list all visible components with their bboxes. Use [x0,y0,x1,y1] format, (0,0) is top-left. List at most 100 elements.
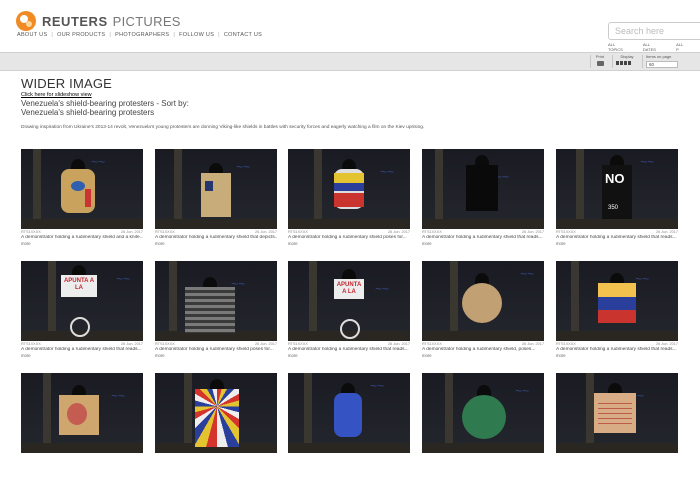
site-header: REUTERS PICTURES ABOUT US | OUR PRODUCTS… [0,0,700,52]
nav-photographers[interactable]: PHOTOGRAPHERS [115,32,169,38]
toolbar-divider [642,55,643,68]
photo-card[interactable]: ~~ [288,373,410,453]
photo-thumbnail[interactable]: ~~ [422,261,544,341]
top-nav: ABOUT US | OUR PRODUCTS | PHOTOGRAPHERS … [17,32,262,38]
page-title: WIDER IMAGE [21,76,113,91]
protest-shield [185,287,235,333]
photo-card[interactable]: ~~ RTS1XXXX 26 Jun. 2017 A demonstrator hol… [288,149,410,246]
photo-date: 26 Jun. 2017 [656,230,678,234]
photo-thumbnail[interactable]: ~~ [21,149,143,229]
protest-shield [598,283,636,323]
photo-date: 26 Jun. 2017 [388,230,410,234]
photo-id: RTS1XXXX [21,342,41,346]
photo-thumbnail[interactable]: ~~ [288,149,410,229]
shield-text-no: NO [605,171,625,186]
photo-caption: A demonstrator holding a rudimentary shi… [155,235,277,240]
peace-symbol-icon [340,319,360,339]
photo-card[interactable]: ~~ RTS1XXXX 26 Jun. 2017 A demonstrator hol… [422,149,544,246]
more-link[interactable]: more [556,353,678,358]
photo-card[interactable]: ~~ RTS1XXXX 26 Jun. 2017 A demonstrator hol… [556,261,678,358]
gallery-subtitle: Venezuela's shield-bearing protesters [21,108,155,117]
reuters-logo[interactable]: REUTERS PICTURES [16,11,181,31]
photo-caption: A demonstrator holding a rudimentary shi… [422,235,543,240]
print-control[interactable]: Print [594,54,606,66]
photo-thumbnail[interactable]: ~~ APUNTA A LA [288,261,410,341]
photo-thumbnail[interactable]: ~~ [155,373,277,453]
nav-about-us[interactable]: ABOUT US [17,32,47,38]
photo-id: RTS1XXXX [422,230,442,234]
photo-meta: RTS1XXXX 26 Jun. 2017 [422,342,544,346]
photo-card[interactable]: ~~ RTS1XXXX 26 Jun. 2017 A demonstrator hol… [422,261,544,358]
more-link[interactable]: more [155,353,277,358]
photo-date: 26 Jun. 2017 [255,342,277,346]
more-link[interactable]: more [21,241,143,246]
display-control[interactable]: Display [616,54,638,65]
more-link[interactable]: more [422,241,544,246]
photo-thumbnail[interactable]: ~~ [556,261,678,341]
photo-date: 26 Jun. 2017 [656,342,678,346]
photo-thumbnail[interactable]: ~~ NO 350 [556,149,678,229]
photo-thumbnail[interactable]: ~~ [422,149,544,229]
photo-caption: A demonstrator holding a rudimentary shi… [556,347,677,352]
protest-shield [594,393,636,433]
protest-shield [59,395,99,435]
photo-id: RTS1XXXX [288,342,308,346]
photo-thumbnail[interactable]: ~~ APUNTA A LA [21,261,143,341]
brand-name: REUTERS [42,13,108,29]
filter-all-dates[interactable]: ALL DATES [643,42,662,52]
photo-card[interactable]: ~~ [556,373,678,453]
more-link[interactable]: more [288,353,410,358]
photo-id: RTS1XXXX [155,230,175,234]
photo-thumbnail[interactable]: ~~ [21,373,143,453]
photo-card[interactable]: ~~ RTS1XXXX 26 Jun. 2017 A demonstrator hol… [21,149,143,246]
photo-thumbnail[interactable]: ~~ [155,149,277,229]
filter-all-topics[interactable]: ALL TOPICS [608,42,629,52]
photo-card[interactable]: ~~ [21,373,143,453]
protest-shield [466,165,498,211]
reuters-logo-icon [16,11,36,31]
photo-id: RTS1XXXX [556,230,576,234]
photo-meta: RTS1XXXX 26 Jun. 2017 [155,230,277,234]
photo-thumbnail[interactable]: ~~ [288,373,410,453]
photo-thumbnail[interactable]: ~~ [422,373,544,453]
nav-our-products[interactable]: OUR PRODUCTS [57,32,105,38]
protest-shield [334,169,364,209]
photo-caption: A demonstrator holding a rudimentary shi… [422,347,536,352]
gallery-description: Drawing inspiration from Ukraine's 2013-… [21,125,425,130]
peace-symbol-icon [70,317,90,337]
photo-id: RTS1XXXX [21,230,41,234]
photo-card[interactable]: ~~ [155,373,277,453]
search-input[interactable]: Search here [608,22,700,40]
photo-thumbnail[interactable]: ~~ [556,373,678,453]
photo-meta: RTS1XXXX 26 Jun. 2017 [288,342,410,346]
photo-id: RTS1XXXX [155,342,175,346]
photo-date: 26 Jun. 2017 [522,230,544,234]
nav-follow-us[interactable]: FOLLOW US [179,32,214,38]
photo-caption: A demonstrator holding a rudimentary shi… [556,235,677,240]
photo-card[interactable]: ~~ [422,373,544,453]
more-link[interactable]: more [21,353,143,358]
gallery-toolbar: Print Display Items on page 60 [0,52,700,71]
photo-card[interactable]: ~~ APUNTA A LA RTS1XXXX 26 Jun. 2017 A demon… [288,261,410,358]
more-link[interactable]: more [288,241,410,246]
photo-id: RTS1XXXX [422,342,442,346]
photo-card[interactable]: ~~ APUNTA A LA RTS1XXXX 26 Jun. 2017 A demon… [21,261,143,358]
more-link[interactable]: more [422,353,544,358]
slideshow-link[interactable]: Click here for slideshow view [21,92,691,98]
more-link[interactable]: more [556,241,678,246]
more-link[interactable]: more [155,241,277,246]
items-per-page-select[interactable]: 60 [646,61,678,68]
nav-contact-us[interactable]: CONTACT US [224,32,262,38]
photo-card[interactable]: ~~ NO 350 RTS1XXXX 26 Jun. 2017 A demonstrato… [556,149,678,246]
photo-date: 26 Jun. 2017 [388,342,410,346]
photo-card[interactable]: ~~ RTS1XXXX 26 Jun. 2017 A demonstrator hol… [155,149,277,246]
protest-shield [462,283,502,323]
items-per-page-control: Items on page 60 [646,54,682,68]
photo-card[interactable]: ~~ RTS1XXXX 26 Jun. 2017 A demonstrator hol… [155,261,277,358]
print-icon [596,61,604,66]
photo-date: 26 Jun. 2017 [255,230,277,234]
filter-all-p[interactable]: ALL P [676,42,686,52]
photo-meta: RTS1XXXX 26 Jun. 2017 [155,342,277,346]
photo-thumbnail[interactable]: ~~ [155,261,277,341]
gallery-header: WIDER IMAGE Click here for slideshow vie… [21,76,691,117]
